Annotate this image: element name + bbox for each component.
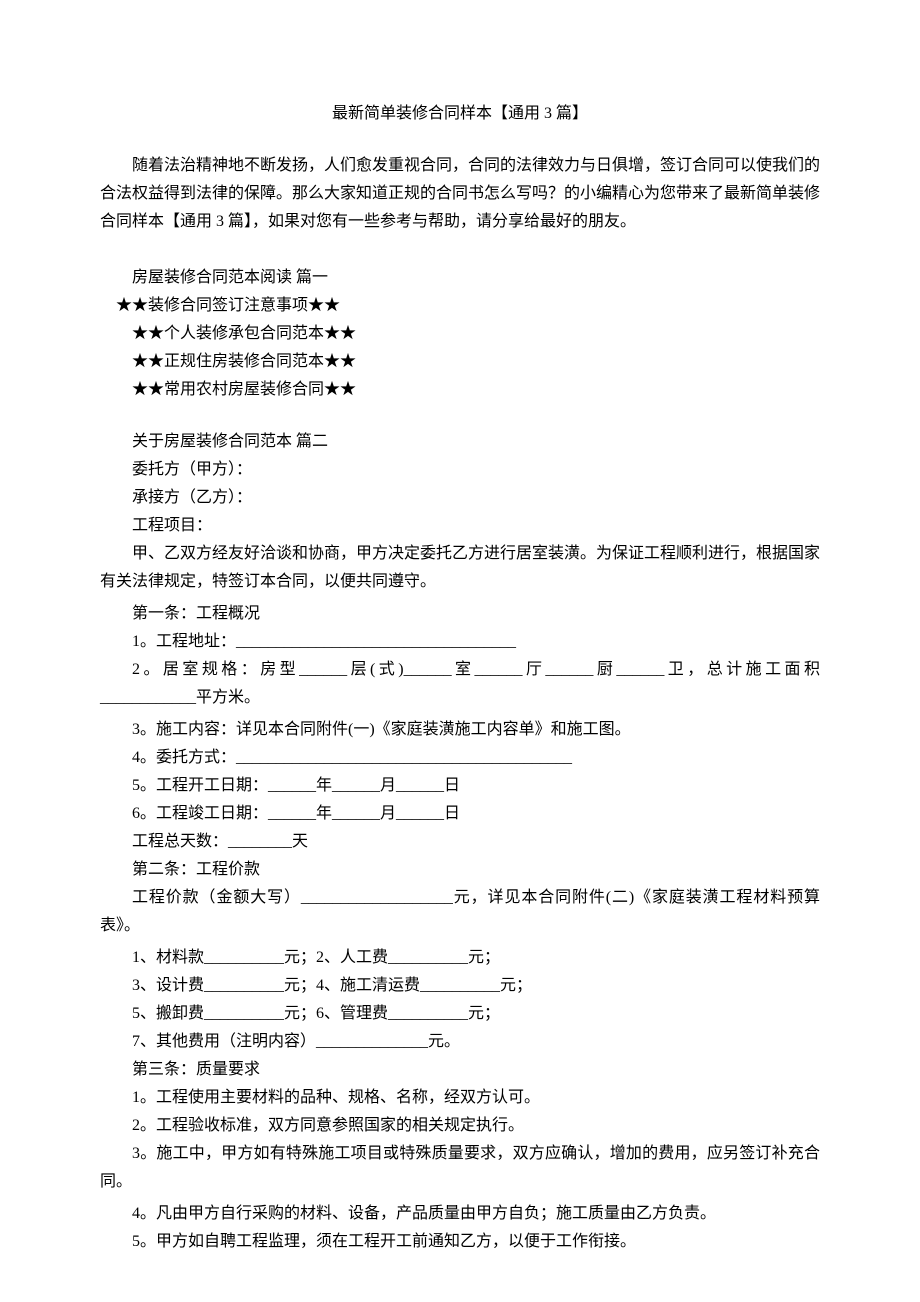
- intro-paragraph: 随着法治精神地不断发扬，人们愈发重视合同，合同的法律效力与日俱增，签订合同可以使…: [100, 152, 820, 236]
- spacer: [100, 240, 820, 264]
- document-title: 最新简单装修合同样本【通用 3 篇】: [100, 100, 820, 128]
- article1-item: 1。工程地址：_________________________________…: [100, 628, 820, 656]
- article1-item: 3。施工内容：详见本合同附件(一)《家庭装潢施工内容单》和施工图。: [100, 716, 820, 744]
- star-item: ★★个人装修承包合同范本★★: [100, 320, 820, 348]
- spacer: [100, 404, 820, 428]
- article3-item: 2。工程验收标准，双方同意参照国家的相关规定执行。: [100, 1112, 820, 1140]
- article2-title: 第二条：工程价款: [100, 856, 820, 884]
- article3-item: 1。工程使用主要材料的品种、规格、名称，经双方认可。: [100, 1084, 820, 1112]
- project-label: 工程项目：: [100, 512, 820, 540]
- article1-item: 2。居室规格：房型______层(式)______室______厅______厨…: [100, 656, 820, 712]
- star-item: ★★常用农村房屋装修合同★★: [100, 376, 820, 404]
- article1-item: 5。工程开工日期：______年______月______日: [100, 772, 820, 800]
- article2-item: 7、其他费用（注明内容）______________元。: [100, 1028, 820, 1056]
- article1-title: 第一条：工程概况: [100, 600, 820, 628]
- article1-item: 4。委托方式：_________________________________…: [100, 744, 820, 772]
- section1-title: 房屋装修合同范本阅读 篇一: [100, 264, 820, 292]
- star-item: ★★正规住房装修合同范本★★: [100, 348, 820, 376]
- article2-item: 5、搬卸费__________元；6、管理费__________元；: [100, 1000, 820, 1028]
- article1-item: 6。工程竣工日期：______年______月______日: [100, 800, 820, 828]
- article3-item: 3。施工中，甲方如有特殊施工项目或特殊质量要求，双方应确认，增加的费用，应另签订…: [100, 1140, 820, 1196]
- article2-item: 3、设计费__________元；4、施工清运费__________元；: [100, 972, 820, 1000]
- article3-title: 第三条：质量要求: [100, 1056, 820, 1084]
- party-b-label: 承接方（乙方）：: [100, 484, 820, 512]
- article2-item: 1、材料款__________元；2、人工费__________元；: [100, 944, 820, 972]
- star-item: ★★装修合同签订注意事项★★: [100, 292, 820, 320]
- article1-item: 工程总天数：________天: [100, 828, 820, 856]
- article3-item: 4。凡由甲方自行采购的材料、设备，产品质量由甲方自负；施工质量由乙方负责。: [100, 1200, 820, 1228]
- party-a-label: 委托方（甲方）：: [100, 456, 820, 484]
- article3-item: 5。甲方如自聘工程监理，须在工程开工前通知乙方，以便于工作衔接。: [100, 1228, 820, 1256]
- article2-price: 工程价款（金额大写）___________________元，详见本合同附件(二…: [100, 884, 820, 940]
- agreement-intro: 甲、乙双方经友好洽谈和协商，甲方决定委托乙方进行居室装潢。为保证工程顺利进行，根…: [100, 540, 820, 596]
- section2-title: 关于房屋装修合同范本 篇二: [100, 428, 820, 456]
